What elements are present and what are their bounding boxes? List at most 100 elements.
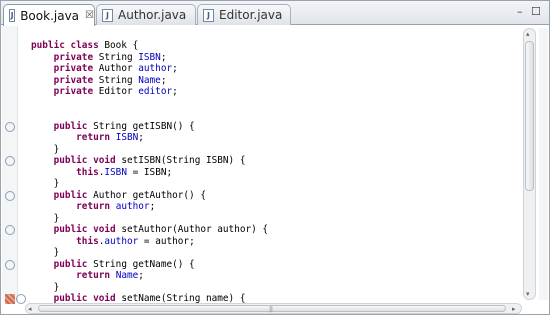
code-line[interactable]: public class Book { — [31, 40, 511, 52]
code-keyword: public — [53, 120, 88, 132]
code-keyword: return — [76, 270, 111, 281]
collapse-fold-icon[interactable] — [16, 294, 26, 304]
collapse-fold-icon[interactable] — [5, 259, 15, 270]
collapse-fold-icon[interactable] — [5, 156, 15, 166]
code-text: ; — [172, 86, 178, 97]
java-file-icon: J — [203, 8, 214, 22]
code-text: String getName() { — [87, 258, 195, 270]
code-text: String — [93, 51, 139, 63]
tab-label: Author.java — [118, 8, 187, 22]
code-line[interactable]: public String getISBN() { — [31, 121, 511, 133]
code-keyword: private — [53, 63, 94, 74]
code-text: Book { — [98, 40, 139, 51]
task-marker-icon[interactable] — [5, 294, 15, 304]
minimize-icon[interactable]: – — [517, 6, 523, 18]
code-text: = author; — [138, 235, 195, 247]
code-keyword: this — [76, 166, 99, 178]
code-text: ; — [138, 132, 144, 143]
code-line[interactable]: } — [31, 178, 511, 190]
code-text: ; — [160, 51, 167, 63]
code-line[interactable]: private Editor editor; — [31, 86, 511, 98]
code-keyword: private — [53, 51, 94, 63]
collapse-fold-icon[interactable] — [5, 121, 15, 132]
code-line[interactable]: private Author author; — [31, 63, 511, 75]
code-line[interactable]: } — [31, 144, 511, 156]
code-keyword: this — [76, 235, 99, 247]
code-line[interactable]: public void setAuthor(Author author) { — [31, 224, 511, 236]
code-line[interactable]: return Name; — [31, 270, 511, 282]
code-text: } — [31, 247, 60, 258]
scroll-left-icon[interactable]: ◂ — [28, 305, 32, 313]
code-field: Name — [138, 74, 161, 86]
scroll-right-icon[interactable]: ▸ — [512, 305, 516, 313]
code-line[interactable]: return author; — [31, 201, 511, 213]
code-field: author — [138, 63, 173, 74]
code-keyword: private — [53, 74, 94, 86]
close-tab-icon[interactable]: ☒ — [85, 10, 94, 21]
tab-author-java[interactable]: J Author.java — [96, 4, 196, 25]
code-line[interactable]: public Author getAuthor() { — [31, 190, 511, 202]
code-line[interactable]: private String ISBN; — [31, 52, 511, 64]
scroll-up-icon[interactable]: ▴ — [526, 30, 530, 38]
code-line[interactable] — [31, 98, 511, 110]
code-line[interactable]: } — [31, 213, 511, 225]
code-field: ISBN — [115, 132, 139, 143]
code-field: editor — [138, 86, 173, 97]
code-text: } — [31, 281, 60, 293]
code-text: Author — [93, 63, 139, 74]
code-text: = ISBN; — [126, 166, 173, 178]
horizontal-scroll-thumb[interactable]: ||| — [38, 305, 506, 313]
java-file-icon: J — [102, 8, 113, 22]
code-text: ; — [160, 74, 167, 86]
code-text: Author getAuthor() { — [87, 189, 206, 201]
code-line[interactable] — [31, 109, 511, 121]
overview-ruler[interactable] — [539, 28, 548, 300]
code-text: String getISBN() { — [87, 120, 195, 132]
tab-label: Editor.java — [219, 8, 283, 22]
code-text: ; — [138, 270, 144, 281]
code-text: } — [31, 178, 60, 189]
code-text: ; — [149, 201, 156, 212]
code-line[interactable]: private String Name; — [31, 75, 511, 87]
code-line[interactable]: } — [31, 247, 511, 259]
code-editor[interactable]: public class Book { private String ISBN;… — [31, 40, 511, 305]
code-line[interactable]: public String getName() { — [31, 259, 511, 271]
code-line[interactable]: this.ISBN = ISBN; — [31, 167, 511, 179]
code-text: } — [31, 143, 60, 155]
code-line[interactable]: this.author = author; — [31, 236, 511, 248]
code-text: setAuthor(Author author) { — [115, 224, 269, 235]
code-keyword: public class — [31, 40, 99, 51]
code-line[interactable]: return ISBN; — [31, 132, 511, 144]
scroll-grip-icon: ||| — [269, 306, 273, 313]
vertical-scrollbar[interactable]: ▴ ▾ — [523, 28, 536, 300]
code-line[interactable]: } — [31, 282, 511, 294]
tab-book-java[interactable]: J Book.java ☒ — [3, 4, 95, 26]
code-text: ; — [172, 63, 178, 74]
tab-editor-java[interactable]: J Editor.java — [197, 4, 291, 25]
vertical-scroll-thumb[interactable] — [525, 41, 534, 191]
collapse-fold-icon[interactable] — [5, 190, 15, 201]
code-keyword: return — [76, 132, 111, 143]
collapse-fold-icon[interactable] — [5, 225, 15, 235]
editor-window: J Book.java ☒ J Author.java J Editor.jav… — [0, 0, 550, 315]
code-line[interactable]: public void setISBN(String ISBN) { — [31, 155, 511, 167]
code-field: ISBN — [104, 166, 127, 178]
code-keyword: public void — [53, 155, 116, 166]
scroll-down-icon[interactable]: ▾ — [526, 290, 530, 298]
horizontal-scrollbar[interactable]: ◂ ||| ▸ — [25, 303, 522, 314]
code-text: String — [93, 74, 139, 86]
editor-tab-bar: J Book.java ☒ J Author.java J Editor.jav… — [1, 1, 549, 26]
maximize-icon[interactable]: ☐ — [531, 6, 541, 18]
vertical-ruler — [2, 26, 26, 304]
code-keyword: public void — [53, 224, 116, 235]
